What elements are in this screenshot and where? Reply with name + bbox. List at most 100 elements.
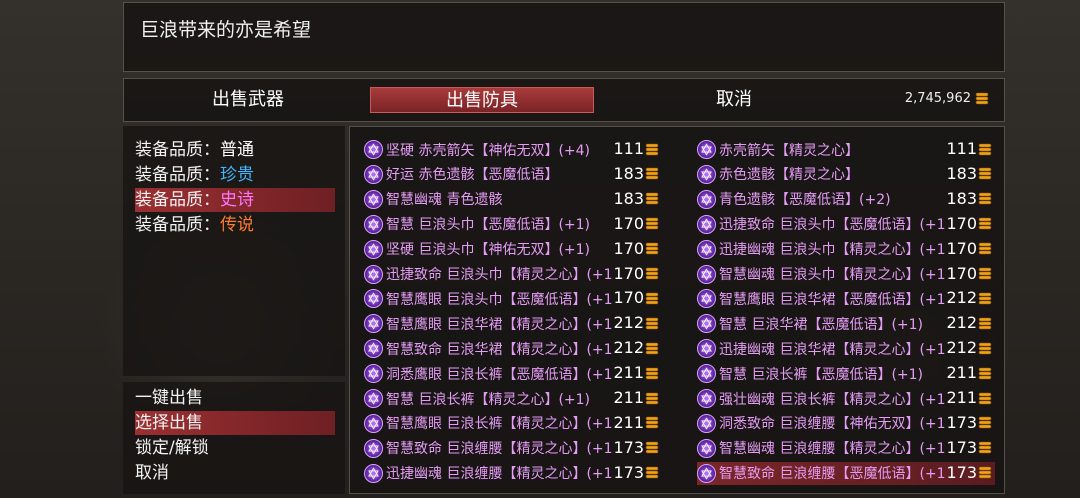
filter-epic[interactable]: 装备品质：史诗 xyxy=(135,188,335,212)
item-price-value: 170 xyxy=(613,288,644,308)
item-name: 洞悉致命 巨浪缠腰【神佑无双】(+1) xyxy=(719,416,945,433)
item-price-value: 211 xyxy=(946,363,977,383)
gold-coins-icon xyxy=(977,438,993,457)
item-row[interactable]: 迅捷幽魂 巨浪头巾【精灵之心】(+1) 170 xyxy=(697,238,995,261)
item-row[interactable]: 智慧鹰眼 巨浪长裤【精灵之心】(+1) 211 xyxy=(364,412,662,435)
action-cancel[interactable]: 取消 xyxy=(135,461,335,485)
item-row[interactable]: 迅捷致命 巨浪头巾【恶魔低语】(+1) 170 xyxy=(697,213,995,236)
filter-rare[interactable]: 装备品质：珍贵 xyxy=(135,163,335,187)
item-price: 173 xyxy=(925,463,993,482)
item-price-value: 211 xyxy=(613,363,644,383)
item-row[interactable]: 智慧致命 巨浪华裙【精灵之心】(+1) 212 xyxy=(364,337,662,360)
item-price-value: 170 xyxy=(946,238,977,258)
item-price-value: 173 xyxy=(946,462,977,482)
hexagram-icon xyxy=(364,438,383,458)
gold-coins-icon xyxy=(977,189,993,208)
item-price: 173 xyxy=(592,438,660,457)
gold-coins-icon xyxy=(644,164,660,183)
item-price-value: 183 xyxy=(946,188,977,208)
gold-coins-icon xyxy=(644,264,660,283)
item-name: 赤色遗骸【精灵之心】 xyxy=(719,167,859,184)
gold-coins-icon xyxy=(644,239,660,258)
item-row[interactable]: 坚硬 巨浪头巾【神佑无双】(+1) 170 xyxy=(364,238,662,261)
item-row[interactable]: 智慧幽魂 巨浪头巾【精灵之心】(+1) 170 xyxy=(697,263,995,286)
filter-value: 传说 xyxy=(220,215,254,235)
item-price-value: 212 xyxy=(613,313,644,333)
hexagram-icon xyxy=(364,214,383,234)
item-row[interactable]: 智慧 巨浪长裤【精灵之心】(+1) 211 xyxy=(364,387,662,410)
gold-coins-icon xyxy=(644,214,660,233)
item-price-value: 212 xyxy=(946,288,977,308)
gold-amount: 2,745,962 xyxy=(904,91,971,106)
item-price: 173 xyxy=(925,413,993,432)
item-price: 170 xyxy=(592,239,660,258)
item-price: 170 xyxy=(925,264,993,283)
hexagram-icon xyxy=(697,189,716,209)
title-bar: 巨浪带来的亦是希望 xyxy=(123,2,1005,72)
item-row[interactable]: 迅捷幽魂 巨浪华裙【精灵之心】(+1) 212 xyxy=(697,337,995,360)
action-sell-all[interactable]: 一键出售 xyxy=(135,386,335,410)
item-row[interactable]: 青色遗骸【恶魔低语】(+2) 183 xyxy=(697,188,995,211)
tab-sell-armor[interactable]: 出售防具 xyxy=(370,87,594,113)
action-select-sell[interactable]: 选择出售 xyxy=(135,411,335,435)
item-price: 212 xyxy=(925,313,993,332)
item-row[interactable]: 智慧幽魂 青色遗骸 183 xyxy=(364,188,662,211)
item-row[interactable]: 智慧鹰眼 巨浪华裙【恶魔低语】(+1) 212 xyxy=(697,287,995,310)
item-name: 智慧 巨浪长裤【精灵之心】(+1) xyxy=(386,391,591,408)
item-name: 青色遗骸【恶魔低语】(+2) xyxy=(719,192,891,209)
item-row[interactable]: 智慧鹰眼 巨浪头巾【恶魔低语】(+1) 170 xyxy=(364,287,662,310)
item-name: 智慧致命 巨浪缠腰【恶魔低语】(+1) xyxy=(719,466,945,483)
item-name: 智慧致命 巨浪缠腰【精灵之心】(+1) xyxy=(386,441,612,458)
item-row[interactable]: 智慧 巨浪长裤【恶魔低语】(+1) 211 xyxy=(697,362,995,385)
item-price: 170 xyxy=(592,264,660,283)
item-price: 211 xyxy=(592,413,660,432)
item-row[interactable]: 智慧致命 巨浪缠腰【恶魔低语】(+1) 173 xyxy=(697,461,995,485)
item-name: 迅捷幽魂 巨浪缠腰【精灵之心】(+1) xyxy=(386,466,612,483)
item-name: 坚硬 赤壳箭矢【神佑无双】(+4) xyxy=(386,142,591,159)
item-row[interactable]: 智慧鹰眼 巨浪华裙【精灵之心】(+1) 212 xyxy=(364,312,662,335)
item-row[interactable]: 迅捷致命 巨浪头巾【精灵之心】(+1) 170 xyxy=(364,263,662,286)
item-price: 211 xyxy=(592,363,660,382)
item-name: 迅捷幽魂 巨浪头巾【精灵之心】(+1) xyxy=(719,242,945,259)
item-name: 坚硬 巨浪头巾【神佑无双】(+1) xyxy=(386,242,591,259)
item-price-value: 211 xyxy=(613,412,644,432)
hexagram-icon xyxy=(697,164,716,184)
filter-value: 史诗 xyxy=(220,190,254,210)
item-name: 智慧幽魂 巨浪缠腰【精灵之心】(+1) xyxy=(719,441,945,458)
item-row[interactable]: 洞悉致命 巨浪缠腰【神佑无双】(+1) 173 xyxy=(697,412,995,435)
item-row[interactable]: 好运 赤色遗骸【恶魔低语】 183 xyxy=(364,163,662,186)
item-price-value: 183 xyxy=(613,188,644,208)
gold-coins-icon xyxy=(644,288,660,307)
item-name: 智慧鹰眼 巨浪长裤【精灵之心】(+1) xyxy=(386,416,612,433)
item-row[interactable]: 智慧 巨浪头巾【恶魔低语】(+1) 170 xyxy=(364,213,662,236)
tab-cancel[interactable]: 取消 xyxy=(644,87,824,113)
item-row[interactable]: 智慧幽魂 巨浪缠腰【精灵之心】(+1) 173 xyxy=(697,437,995,460)
action-menu: 一键出售 选择出售 锁定/解锁 取消 xyxy=(123,382,345,494)
gold-coins-icon xyxy=(977,239,993,258)
filter-common[interactable]: 装备品质：普通 xyxy=(135,138,335,162)
hexagram-icon xyxy=(697,364,716,384)
tab-sell-weapons[interactable]: 出售武器 xyxy=(164,87,332,113)
action-lock-unlock[interactable]: 锁定/解锁 xyxy=(135,436,335,460)
hexagram-icon xyxy=(697,214,716,234)
gold-coins-icon xyxy=(977,413,993,432)
item-row[interactable]: 迅捷幽魂 巨浪缠腰【精灵之心】(+1) 173 xyxy=(364,462,662,485)
item-price: 211 xyxy=(592,388,660,407)
item-price: 183 xyxy=(925,189,993,208)
item-row[interactable]: 强壮幽魂 巨浪长裤【精灵之心】(+1) 211 xyxy=(697,387,995,410)
item-row[interactable]: 赤壳箭矢【精灵之心】 111 xyxy=(697,138,995,161)
item-row[interactable]: 智慧致命 巨浪缠腰【精灵之心】(+1) 173 xyxy=(364,437,662,460)
item-price-value: 170 xyxy=(946,213,977,233)
filter-legendary[interactable]: 装备品质：传说 xyxy=(135,213,335,237)
hexagram-icon xyxy=(364,239,383,259)
item-row[interactable]: 智慧 巨浪华裙【恶魔低语】(+1) 212 xyxy=(697,312,995,335)
item-name: 好运 赤色遗骸【恶魔低语】 xyxy=(386,167,559,184)
item-price-value: 212 xyxy=(613,338,644,358)
item-name: 赤壳箭矢【精灵之心】 xyxy=(719,142,859,159)
item-row[interactable]: 洞悉鹰眼 巨浪长裤【恶魔低语】(+1) 211 xyxy=(364,362,662,385)
item-row[interactable]: 赤色遗骸【精灵之心】 183 xyxy=(697,163,995,186)
item-price-value: 173 xyxy=(946,437,977,457)
hexagram-icon xyxy=(697,413,716,433)
filter-label: 装备品质： xyxy=(135,165,220,185)
item-row[interactable]: 坚硬 赤壳箭矢【神佑无双】(+4) 111 xyxy=(364,138,662,161)
